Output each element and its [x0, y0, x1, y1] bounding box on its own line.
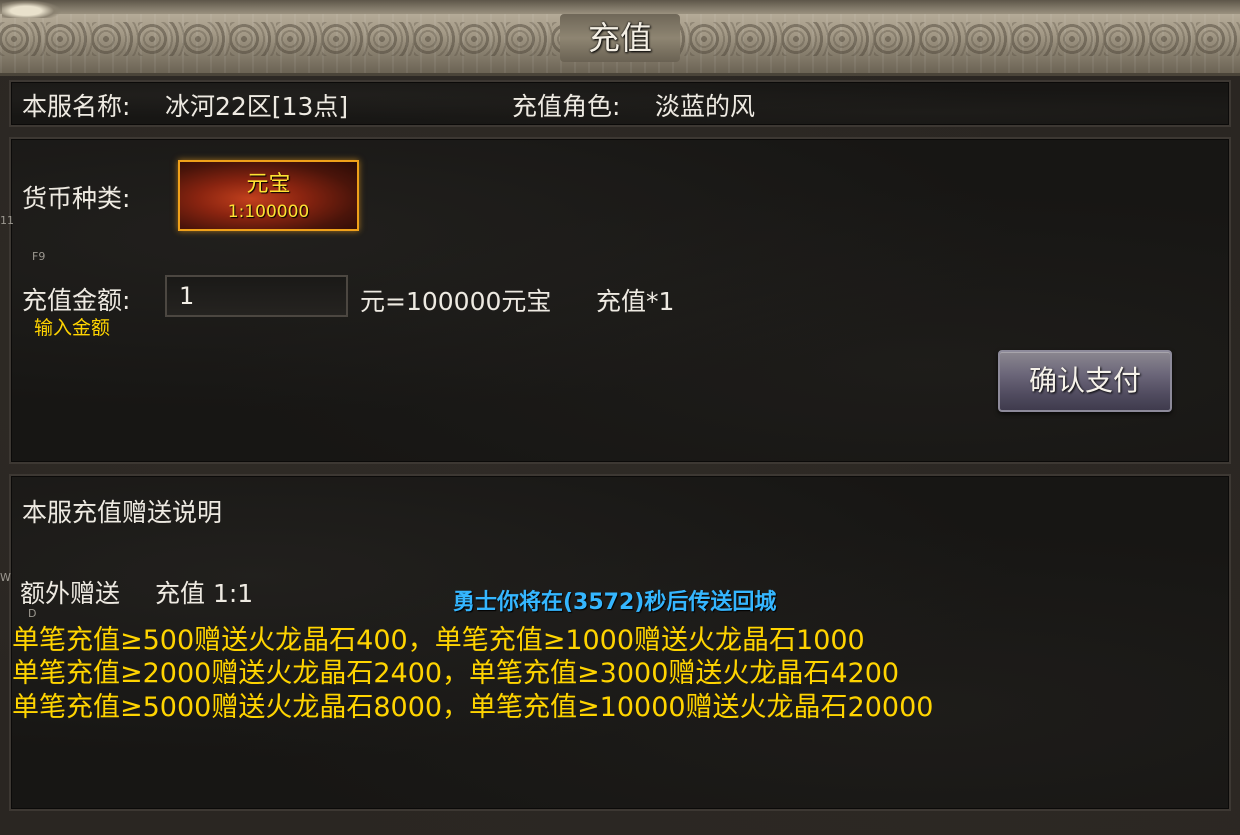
- amount-label: 充值金额:: [22, 286, 131, 315]
- title-bar: 充值: [0, 0, 1240, 76]
- server-name-value: 冰河22区[13点]: [165, 92, 349, 121]
- currency-name: 元宝: [246, 172, 291, 197]
- side-marker: W: [0, 571, 11, 584]
- recharge-role-label: 充值角色:: [512, 92, 621, 121]
- teleport-countdown: 勇士你将在(3572)秒后传送回城: [453, 590, 777, 615]
- confirm-payment-button[interactable]: 确认支付: [998, 350, 1172, 412]
- description-heading: 本服充值赠送说明: [22, 498, 223, 527]
- amount-hint: 输入金额: [34, 317, 111, 339]
- multiplier-text: 充值*1: [596, 287, 675, 316]
- extra-bonus-value: 充值 1:1: [155, 579, 254, 608]
- side-marker: F9: [32, 250, 46, 263]
- window-title: 充值: [587, 19, 652, 57]
- bonus-rule-line: 单笔充值≥5000赠送火龙晶石8000，单笔充值≥10000赠送火龙晶石2000…: [12, 692, 934, 723]
- side-marker: 11: [0, 214, 14, 227]
- server-name-label: 本服名称:: [22, 92, 131, 121]
- corner-ornament-icon: [2, 0, 62, 18]
- recharge-role-value: 淡蓝的风: [655, 92, 756, 121]
- conversion-text: 元=100000元宝: [360, 287, 552, 316]
- currency-rate: 1:100000: [227, 202, 310, 222]
- title-bar-edge: [0, 0, 1240, 14]
- currency-type-label: 货币种类:: [22, 184, 131, 213]
- recharge-window: 充值 本服名称: 冰河22区[13点] 充值角色: 淡蓝的风 货币种类: 元宝 …: [0, 0, 1240, 835]
- amount-input[interactable]: 1: [165, 275, 348, 317]
- extra-bonus-label: 额外赠送: [20, 579, 121, 608]
- currency-option-yuanbao[interactable]: 元宝 1:100000: [178, 160, 359, 231]
